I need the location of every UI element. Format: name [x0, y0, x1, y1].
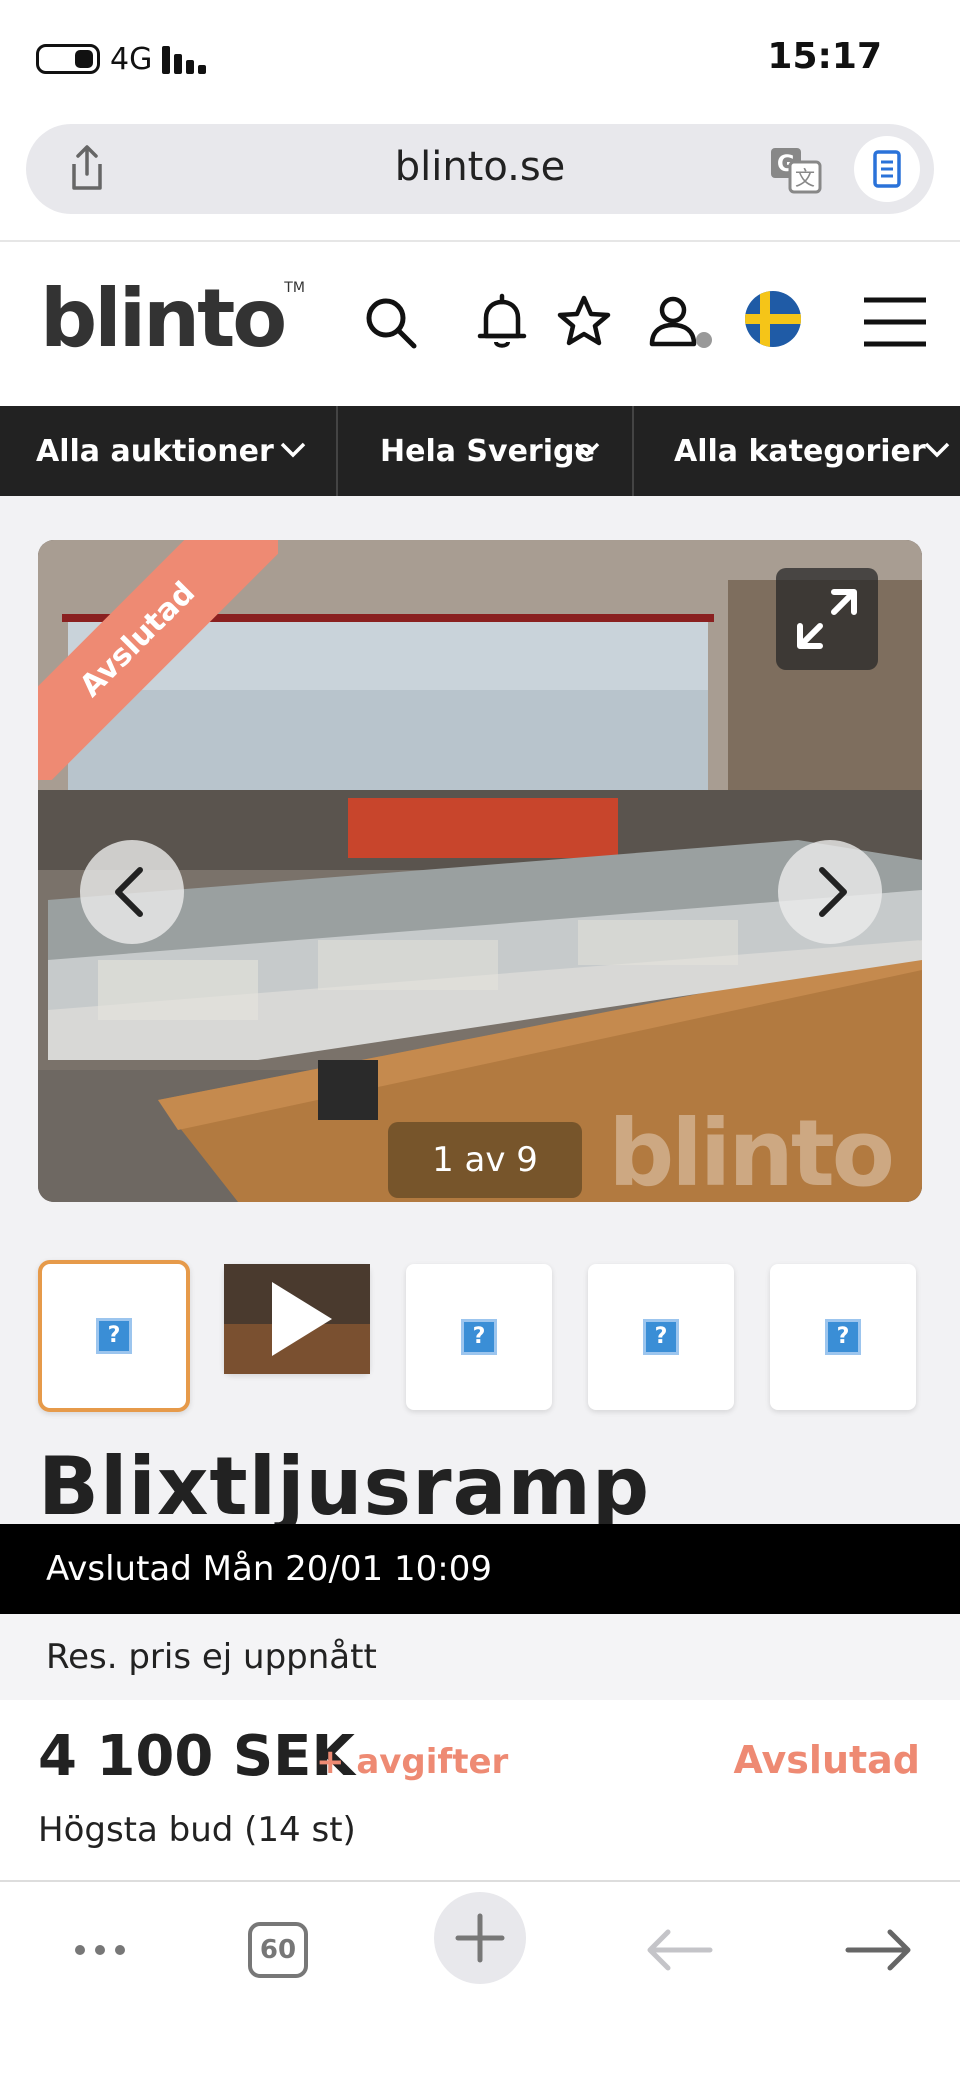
- bell-icon[interactable]: [472, 292, 532, 352]
- ended-ribbon: Avslutad: [38, 540, 278, 780]
- filter-category-dropdown[interactable]: Alla kategorier: [634, 406, 960, 496]
- browser-url-bar[interactable]: blinto.se G 文: [26, 124, 934, 214]
- tab-count: 60: [248, 1922, 308, 1978]
- thumbnail-3[interactable]: ?: [406, 1264, 552, 1410]
- thumbnail-video[interactable]: [224, 1264, 370, 1374]
- chevron-down-icon: [924, 442, 950, 458]
- network-label: 4G: [110, 42, 153, 77]
- next-image-button[interactable]: [778, 840, 882, 944]
- broken-image-icon: ?: [643, 1319, 679, 1355]
- product-title: Blixtljusramp: [38, 1440, 651, 1526]
- menu-icon[interactable]: [860, 292, 930, 352]
- filter-region-dropdown[interactable]: Hela Sverige: [338, 406, 634, 496]
- forward-arrow-icon[interactable]: [828, 1910, 928, 1990]
- broken-image-icon: ?: [825, 1319, 861, 1355]
- product-main-image[interactable]: Avslutad blinto 1 av 9: [38, 540, 922, 1202]
- site-header: blintoTM: [0, 242, 960, 406]
- sweden-flag-icon[interactable]: [744, 290, 802, 348]
- play-icon: [224, 1264, 370, 1374]
- svg-text:文: 文: [795, 166, 815, 190]
- plus-icon: [455, 1913, 505, 1963]
- site-logo[interactable]: blintoTM: [40, 272, 305, 365]
- image-watermark: blinto: [608, 1100, 895, 1202]
- thumbnail-4[interactable]: ?: [588, 1264, 734, 1410]
- signal-icon: [162, 46, 212, 74]
- user-icon[interactable]: [646, 292, 716, 352]
- status-bar: 4G 15:17: [0, 0, 960, 116]
- reader-button[interactable]: [854, 136, 920, 202]
- fees-link[interactable]: + avgifter: [316, 1742, 508, 1782]
- browser-toolbar: 60: [0, 1880, 960, 2079]
- chevron-left-icon: [115, 867, 143, 917]
- battery-icon: [36, 44, 100, 74]
- current-price: 4 100 SEK: [38, 1724, 355, 1789]
- more-icon[interactable]: [50, 1910, 150, 1990]
- thumbnail-5[interactable]: ?: [770, 1264, 916, 1410]
- ended-ribbon-label: Avslutad: [38, 540, 278, 780]
- auction-status: Avslutad: [733, 1738, 920, 1782]
- new-tab-button[interactable]: [434, 1892, 526, 1984]
- chevron-right-icon: [819, 867, 847, 917]
- chevron-down-icon: [280, 442, 306, 458]
- bid-count[interactable]: Högsta bud (14 st): [38, 1810, 356, 1850]
- image-counter: 1 av 9: [388, 1122, 582, 1198]
- fullscreen-button[interactable]: [776, 568, 878, 670]
- price-section: 4 100 SEK + avgifter Avslutad Högsta bud…: [0, 1700, 960, 1880]
- filter-auctions-label: Alla auktioner: [36, 433, 274, 469]
- back-arrow-icon[interactable]: [630, 1910, 730, 1990]
- tabs-button[interactable]: 60: [236, 1910, 336, 1990]
- star-icon[interactable]: [554, 292, 614, 352]
- clock: 15:17: [767, 36, 882, 77]
- thumbnail-1[interactable]: ?: [38, 1260, 190, 1412]
- reader-icon: [873, 150, 901, 188]
- prev-image-button[interactable]: [80, 840, 184, 944]
- expand-icon: [797, 589, 857, 649]
- filter-region-label: Hela Sverige: [380, 433, 595, 469]
- broken-image-icon: ?: [461, 1319, 497, 1355]
- broken-image-icon: ?: [96, 1318, 132, 1354]
- search-icon[interactable]: [360, 292, 420, 352]
- filter-auctions-dropdown[interactable]: Alla auktioner: [0, 406, 338, 496]
- translate-icon[interactable]: G 文: [768, 142, 824, 198]
- filter-category-label: Alla kategorier: [674, 433, 926, 469]
- auction-ended-bar: Avslutad Mån 20/01 10:09: [0, 1524, 960, 1614]
- chevron-down-icon: [574, 442, 600, 458]
- reserve-price-status: Res. pris ej uppnått: [0, 1614, 960, 1700]
- category-nav: Alla auktioner Hela Sverige Alla kategor…: [0, 406, 960, 496]
